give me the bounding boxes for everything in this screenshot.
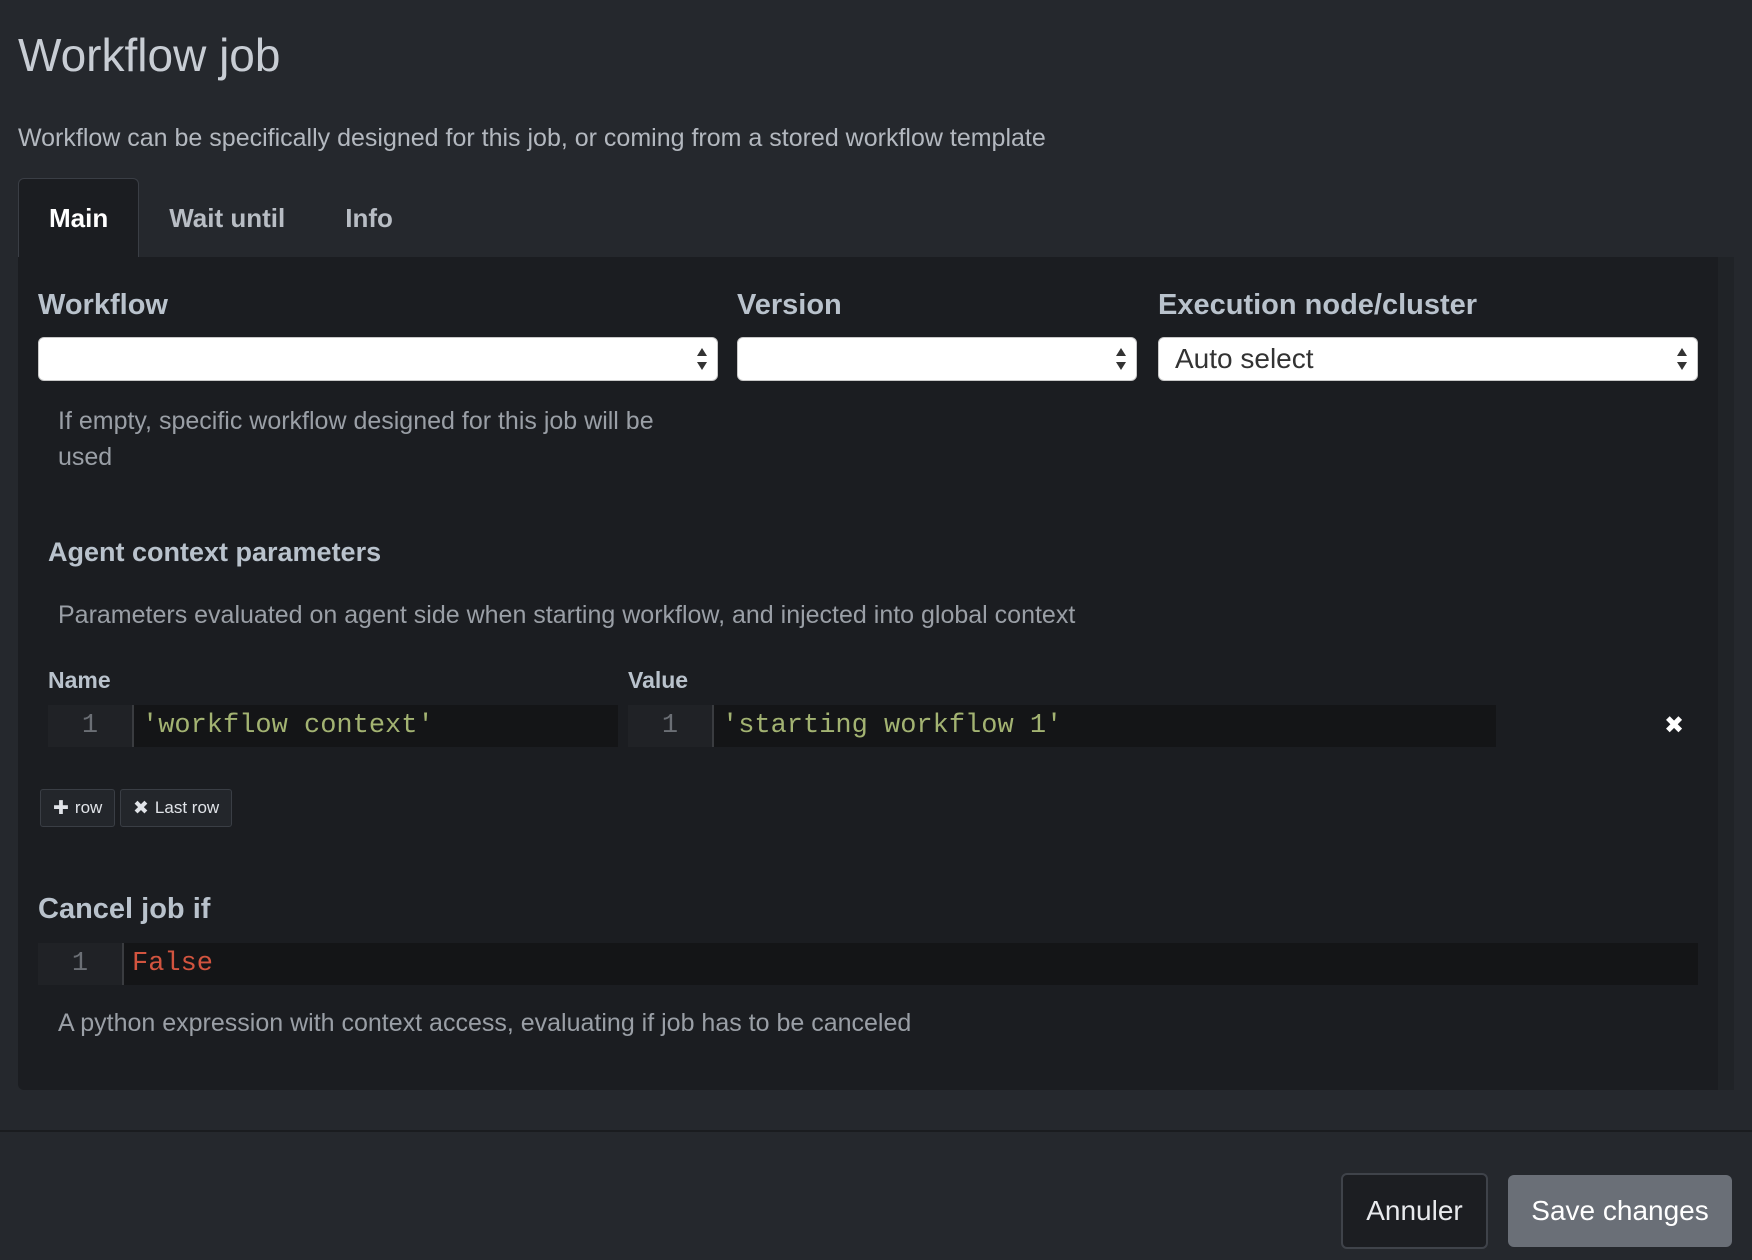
cancel-help-text: A python expression with context access,… xyxy=(58,1009,912,1037)
main-tab-panel: Workflow If empty, specific workflow des… xyxy=(18,257,1734,1090)
execution-node-select[interactable]: Auto select xyxy=(1158,337,1698,381)
save-changes-button[interactable]: Save changes xyxy=(1508,1175,1732,1247)
tab-wait-until[interactable]: Wait until xyxy=(139,178,315,258)
page-subtitle: Workflow can be specifically designed fo… xyxy=(18,124,1046,152)
agent-context-title: Agent context parameters xyxy=(48,537,382,567)
tab-info[interactable]: Info xyxy=(315,178,423,258)
version-label: Version xyxy=(737,289,842,321)
tab-bar: Main Wait until Info xyxy=(18,178,423,258)
column-header-value: Value xyxy=(628,667,689,693)
add-row-button[interactable]: ✚ row xyxy=(40,789,116,827)
param-value-code[interactable]: 'starting workflow 1' xyxy=(712,705,1496,747)
param-value-editor[interactable]: 1 'starting workflow 1' xyxy=(628,705,1496,747)
execution-label: Execution node/cluster xyxy=(1158,289,1478,321)
select-arrows-icon xyxy=(1116,348,1126,370)
footer-divider xyxy=(0,1130,1752,1132)
version-select[interactable] xyxy=(737,337,1137,381)
workflow-select[interactable] xyxy=(38,337,718,381)
remove-row-icon[interactable]: ✖ xyxy=(1664,711,1684,740)
workflow-help-text: If empty, specific workflow designed for… xyxy=(58,407,654,471)
cancel-condition-code[interactable]: False xyxy=(122,943,1698,985)
add-row-label: row xyxy=(74,798,103,817)
workflow-label: Workflow xyxy=(38,289,168,321)
param-name-editor[interactable]: 1 'workflow context' xyxy=(48,705,618,747)
cancel-job-title: Cancel job if xyxy=(38,893,211,925)
close-icon: ✖ xyxy=(133,797,149,819)
tab-main[interactable]: Main xyxy=(18,178,140,258)
line-number: 1 xyxy=(628,705,712,747)
remove-last-row-button[interactable]: ✖ Last row xyxy=(120,789,233,827)
page-title: Workflow job xyxy=(18,29,281,81)
line-number: 1 xyxy=(38,943,122,985)
panel-scrollbar[interactable] xyxy=(1718,257,1734,1090)
param-name-code[interactable]: 'workflow context' xyxy=(132,705,618,747)
cancel-button[interactable]: Annuler xyxy=(1341,1173,1488,1249)
agent-context-description: Parameters evaluated on agent side when … xyxy=(58,601,1076,629)
plus-icon: ✚ xyxy=(53,797,69,819)
cancel-condition-editor[interactable]: 1 False xyxy=(38,943,1698,985)
select-arrows-icon xyxy=(1677,348,1687,370)
line-number: 1 xyxy=(48,705,132,747)
remove-last-row-label: Last row xyxy=(154,798,220,817)
execution-select-value: Auto select xyxy=(1175,343,1314,374)
select-arrows-icon xyxy=(697,348,707,370)
column-header-name: Name xyxy=(48,667,111,693)
